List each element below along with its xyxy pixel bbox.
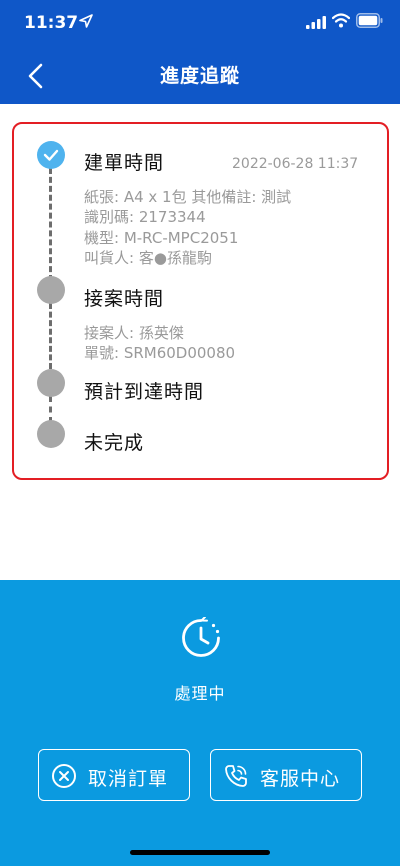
cancel-order-label: 取消訂單: [88, 768, 169, 790]
step-pending-dot-icon: [37, 369, 65, 397]
customer-service-button[interactable]: 客服中心: [210, 749, 362, 801]
progress-timeline: [12, 122, 389, 480]
app-header: 11:37 進度追蹤: [0, 0, 400, 104]
phone-icon: [225, 765, 247, 787]
step-date-created: 2022-06-28 11:37: [232, 156, 359, 172]
signal-icon: [306, 16, 326, 29]
timeline-connector: [49, 303, 52, 369]
detail-order-number: 單號: SRM60D00080: [84, 344, 236, 362]
home-indicator[interactable]: [130, 850, 270, 855]
step-done-check-icon: [37, 141, 65, 169]
clock-icon: [182, 617, 220, 657]
timeline-connector: [49, 396, 52, 423]
location-arrow-icon: [79, 14, 93, 28]
battery-icon: [356, 13, 383, 28]
step-title-incomplete: 未完成: [84, 432, 145, 454]
detail-id: 識別碼: 2173344: [84, 208, 206, 226]
status-label: 處理中: [174, 684, 226, 703]
detail-handler: 接案人: 孫英傑: [84, 324, 184, 342]
cancel-x-icon: [52, 764, 76, 788]
timeline-connector: [49, 168, 52, 281]
wifi-icon: [332, 13, 350, 28]
customer-service-label: 客服中心: [260, 768, 341, 790]
detail-orderer: 叫貨人: 客●孫龍駒: [84, 249, 212, 267]
status-time: 11:37: [24, 13, 79, 33]
step-title-accepted: 接案時間: [84, 288, 165, 310]
cancel-order-button[interactable]: 取消訂單: [38, 749, 190, 801]
detail-model: 機型: M-RC-MPC2051: [84, 229, 239, 247]
step-pending-dot-icon: [37, 276, 65, 304]
step-title-eta: 預計到達時間: [84, 381, 205, 403]
page-title: 進度追蹤: [159, 65, 240, 87]
detail-paper: 紙張: A4 x 1包 其他備註: 測試: [84, 188, 292, 206]
step-title-created: 建單時間: [84, 152, 165, 174]
step-pending-dot-icon: [37, 420, 65, 448]
status-bar: 11:37: [0, 0, 400, 48]
